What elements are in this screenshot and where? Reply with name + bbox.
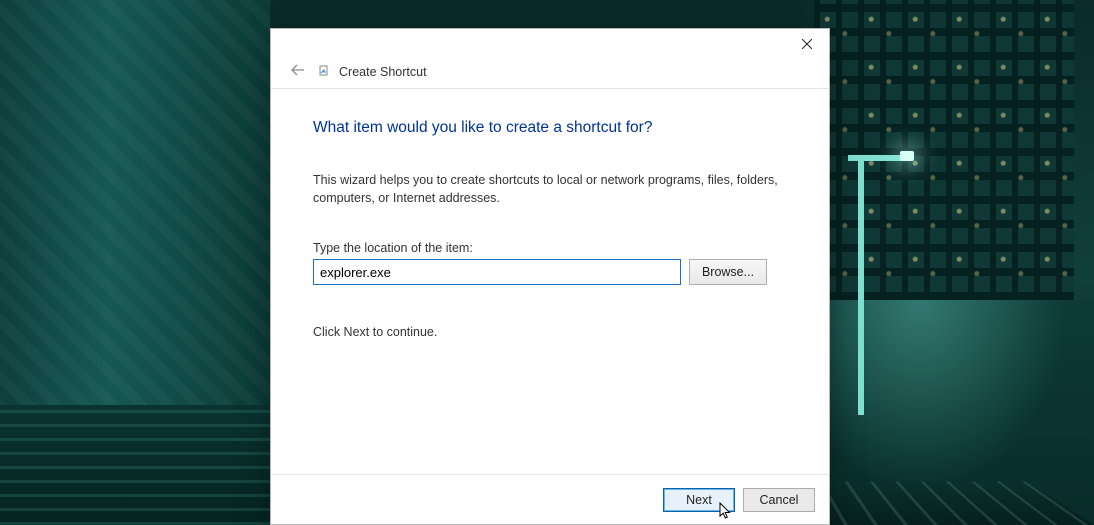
wizard-heading: What item would you like to create a sho… <box>313 119 789 137</box>
wallpaper-streetlight <box>858 155 864 415</box>
location-input[interactable] <box>313 259 681 285</box>
wallpaper-right <box>804 0 1094 525</box>
cancel-button[interactable]: Cancel <box>743 488 815 512</box>
wallpaper-left <box>0 0 270 525</box>
breadcrumb-row: Create Shortcut <box>271 61 829 89</box>
close-icon <box>802 39 812 49</box>
wizard-content: What item would you like to create a sho… <box>271 89 829 474</box>
back-arrow-icon <box>291 64 305 76</box>
browse-button[interactable]: Browse... <box>689 259 767 285</box>
wizard-button-row: Next Cancel <box>271 474 829 524</box>
desktop-background: Create Shortcut What item would you like… <box>0 0 1094 525</box>
back-button[interactable] <box>287 62 309 81</box>
titlebar <box>271 29 829 61</box>
shortcut-icon <box>319 65 329 80</box>
create-shortcut-dialog: Create Shortcut What item would you like… <box>270 28 830 525</box>
next-button[interactable]: Next <box>663 488 735 512</box>
breadcrumb-title: Create Shortcut <box>339 65 427 79</box>
location-row: Browse... <box>313 259 789 285</box>
continue-hint: Click Next to continue. <box>313 325 789 339</box>
wallpaper-building <box>814 0 1074 300</box>
wizard-description: This wizard helps you to create shortcut… <box>313 171 783 207</box>
location-label: Type the location of the item: <box>313 241 789 255</box>
close-button[interactable] <box>784 29 829 59</box>
